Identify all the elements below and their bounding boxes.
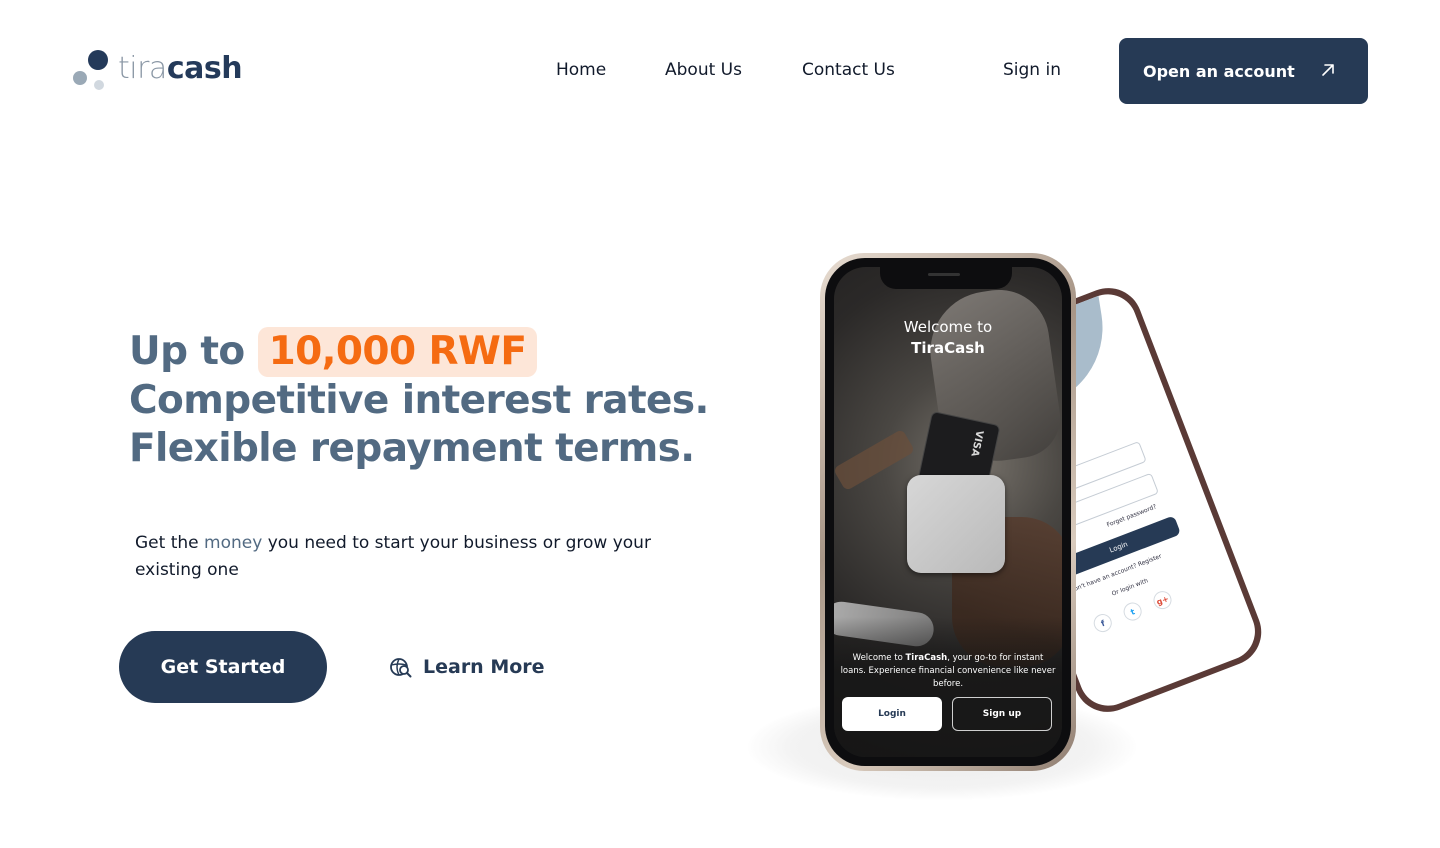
facebook-icon: f — [1091, 611, 1115, 635]
open-account-label: Open an account — [1143, 61, 1295, 81]
hero-headline: Up to 10,000 RWF Competitive interest ra… — [129, 327, 709, 471]
mock-login-button: Login — [842, 697, 942, 731]
logo-dots-icon — [72, 48, 116, 92]
nav-home-link[interactable]: Home — [556, 60, 606, 80]
photo-tool — [834, 428, 916, 492]
google-plus-icon: g+ — [1150, 588, 1175, 612]
welcome-description: Welcome to TiraCash, your go-to for inst… — [840, 653, 1056, 689]
arrow-up-right-icon — [1322, 64, 1334, 76]
mock-signup-button: Sign up — [952, 697, 1052, 731]
logo-wordmark: tiracash — [118, 51, 243, 86]
open-account-button[interactable]: Open an account — [1119, 38, 1368, 104]
brand-logo[interactable]: tiracash — [72, 48, 252, 92]
welcome-screen: VISA Welcome to TiraCash Welcome to Tira… — [834, 267, 1062, 757]
twitter-icon: t — [1120, 599, 1145, 624]
welcome-phone-mockup: VISA Welcome to TiraCash Welcome to Tira… — [820, 253, 1076, 771]
amount-highlight: 10,000 RWF — [257, 327, 538, 377]
learn-more-link[interactable]: Learn More — [389, 655, 545, 679]
get-started-button[interactable]: Get Started — [119, 631, 327, 703]
learn-more-label: Learn More — [423, 656, 545, 678]
globe-search-icon — [390, 658, 412, 678]
nav-contact-link[interactable]: Contact Us — [802, 60, 895, 80]
card-reader-image — [907, 475, 1005, 573]
nav-about-link[interactable]: About Us — [665, 60, 742, 80]
or-login-with: Or login with — [1110, 577, 1150, 598]
welcome-title: Welcome to TiraCash — [903, 318, 993, 357]
phone-notch — [880, 267, 1012, 289]
hero-subtext: Get the money you need to start your bus… — [135, 533, 651, 580]
sign-in-link[interactable]: Sign in — [1003, 60, 1061, 80]
